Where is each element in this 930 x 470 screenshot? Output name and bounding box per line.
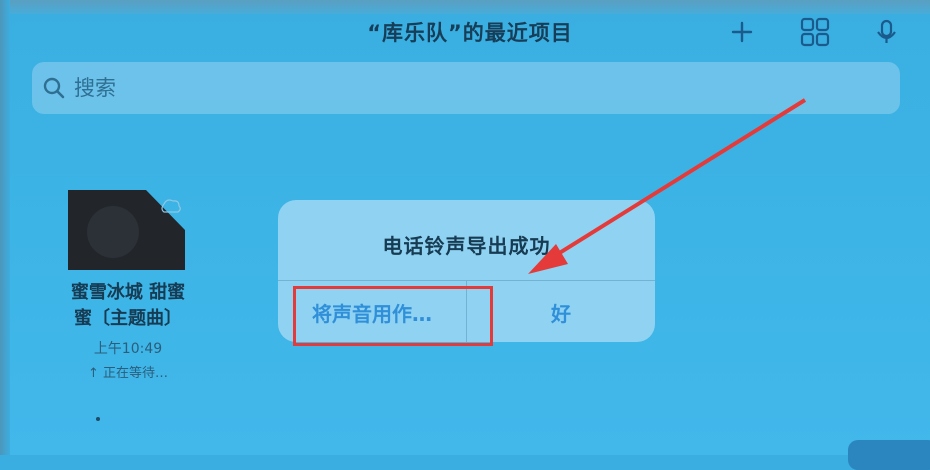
annotation-arrow — [528, 98, 807, 274]
corner-tab — [848, 440, 930, 470]
